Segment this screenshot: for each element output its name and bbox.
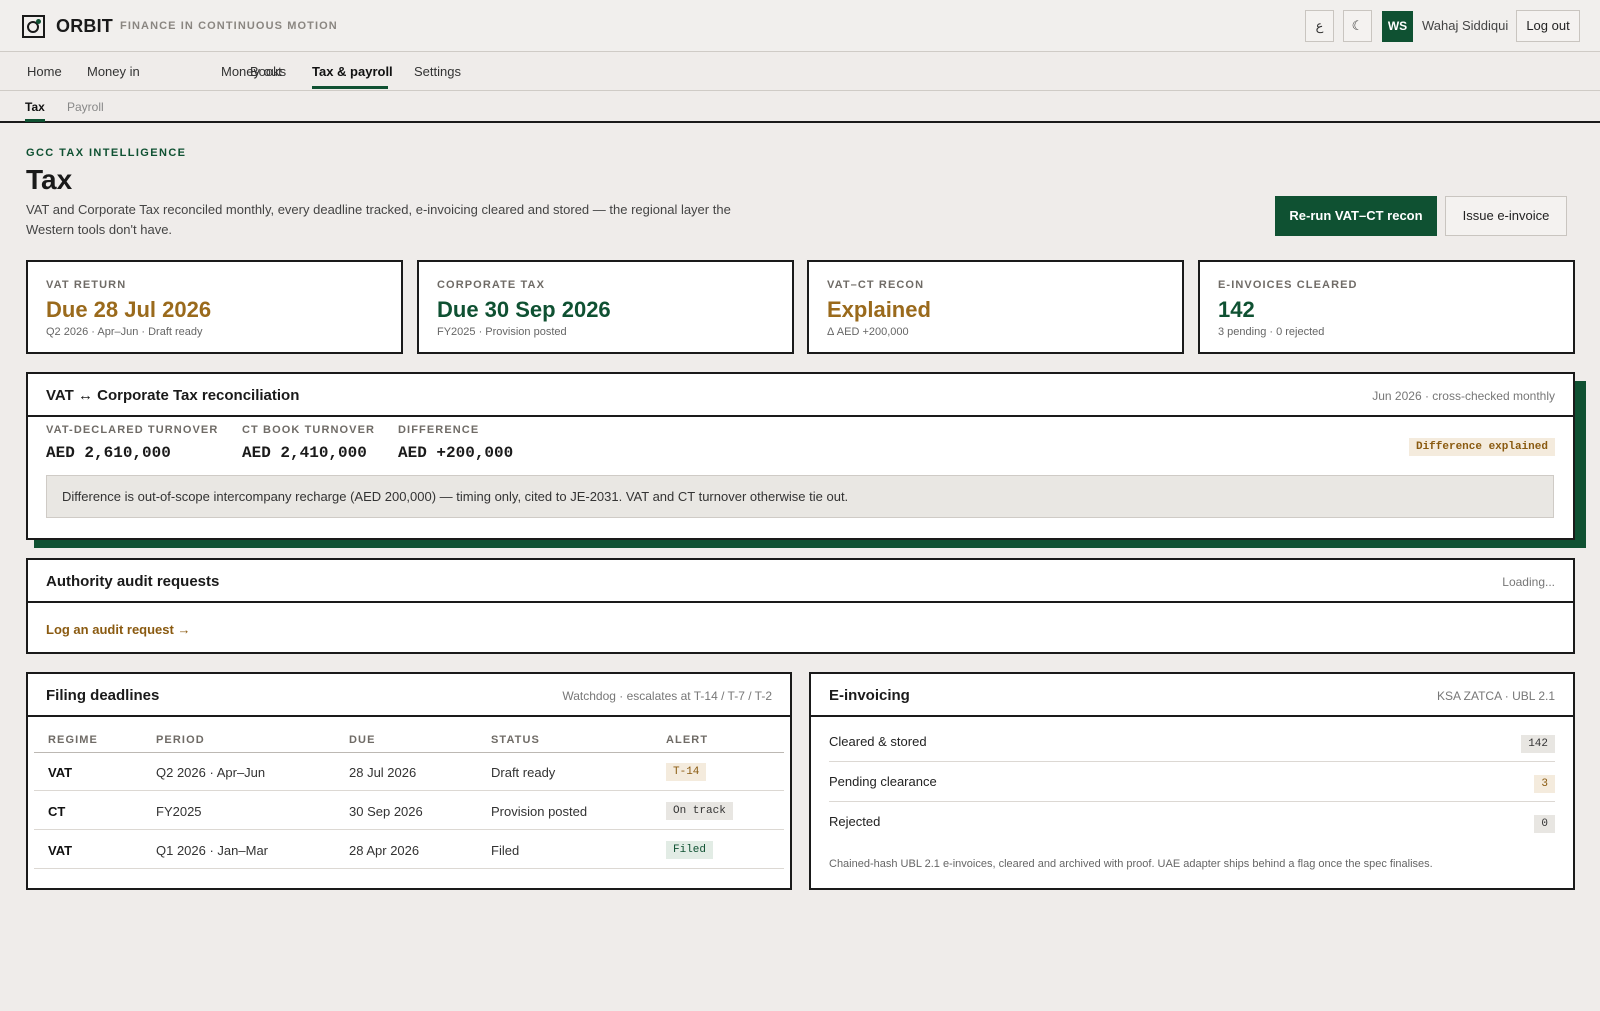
- top-bar: ORBIT FINANCE IN CONTINUOUS MOTION ع ☾ W…: [0, 0, 1600, 52]
- nav-item-tax-payroll[interactable]: Tax & payroll: [312, 64, 393, 79]
- einvoice-status-label: Pending clearance: [829, 774, 937, 789]
- panel-header: Authority audit requests Loading...: [28, 560, 1573, 603]
- recon-note: Difference is out-of-scope intercompany …: [46, 475, 1554, 518]
- panel-title: VAT ↔ Corporate Tax reconciliation: [46, 387, 300, 404]
- subnav-item-tax[interactable]: Tax: [25, 100, 45, 114]
- card-subtext: Q2 2026 · Apr–Jun · Draft ready: [46, 326, 203, 338]
- column-header-alert: ALERT: [666, 734, 709, 746]
- due-cell: 28 Apr 2026: [349, 843, 420, 858]
- card-subtext: 3 pending · 0 rejected: [1218, 326, 1325, 338]
- sub-nav: Tax Payroll: [0, 91, 1600, 123]
- avatar[interactable]: WS: [1382, 11, 1413, 42]
- card-label: E-INVOICES CLEARED: [1218, 279, 1358, 291]
- column-header-status: STATUS: [491, 734, 540, 746]
- regime-cell: VAT: [48, 765, 73, 780]
- recon-panel: VAT ↔ Corporate Tax reconciliation Jun 2…: [26, 372, 1575, 540]
- page-title: Tax: [26, 164, 73, 195]
- list-item[interactable]: Cleared & stored 142: [829, 722, 1555, 762]
- regime-cell: VAT: [48, 843, 73, 858]
- alert-badge: On track: [666, 802, 733, 820]
- card-value: Explained: [827, 297, 931, 322]
- panel-header: Filing deadlines Watchdog · escalates at…: [28, 674, 790, 717]
- alert-badge: T-14: [666, 763, 707, 781]
- panel-title: Authority audit requests: [46, 573, 220, 590]
- user-name: Wahaj Siddiqui: [1422, 18, 1509, 33]
- orbit-logo-icon[interactable]: [22, 15, 45, 38]
- card-subtext: Δ AED +200,000: [827, 326, 909, 338]
- column-header-due: DUE: [349, 734, 376, 746]
- alert-badge: Filed: [666, 841, 714, 859]
- column-header-regime: REGIME: [48, 734, 98, 746]
- status-cell: Draft ready: [491, 765, 556, 780]
- difference-value: AED +200,000: [398, 444, 514, 462]
- einvoicing-footnote: Chained-hash UBL 2.1 e-invoices, cleared…: [829, 858, 1433, 870]
- main-nav: Home Money in Money out Books Tax & payr…: [0, 53, 1600, 91]
- card-value: Due 30 Sep 2026: [437, 297, 611, 322]
- panel-header: VAT ↔ Corporate Tax reconciliation Jun 2…: [28, 374, 1573, 417]
- theme-toggle-button[interactable]: ☾: [1343, 10, 1372, 42]
- table-row[interactable]: VAT Q1 2026 · Jan–Mar 28 Apr 2026 Filed …: [34, 831, 784, 869]
- due-cell: 28 Jul 2026: [349, 765, 417, 780]
- period-cell: FY2025: [156, 804, 202, 819]
- card-value: Due 28 Jul 2026: [46, 297, 212, 322]
- filing-deadlines-panel: Filing deadlines Watchdog · escalates at…: [26, 672, 792, 890]
- list-item[interactable]: Pending clearance 3: [829, 762, 1555, 802]
- rerun-recon-button[interactable]: Re-run VAT–CT recon: [1275, 196, 1437, 236]
- due-cell: 30 Sep 2026: [349, 804, 423, 819]
- page-eyebrow: GCC TAX INTELLIGENCE: [26, 147, 187, 159]
- panel-title: E-invoicing: [829, 687, 910, 704]
- count-badge: 0: [1534, 815, 1555, 833]
- panel-meta: KSA ZATCA · UBL 2.1: [1436, 689, 1555, 703]
- table-row[interactable]: CT FY2025 30 Sep 2026 Provision posted O…: [34, 792, 784, 830]
- nav-item-settings[interactable]: Settings: [414, 64, 461, 79]
- brand-name[interactable]: ORBIT: [56, 16, 113, 37]
- active-subtab-indicator: [25, 119, 45, 122]
- difference-explained-badge: Difference explained: [1408, 438, 1555, 456]
- period-cell: Q2 2026 · Apr–Jun: [156, 765, 266, 780]
- panel-meta: Jun 2026 · cross-checked monthly: [1372, 389, 1555, 403]
- card-label: VAT RETURN: [46, 279, 127, 291]
- panel-header: E-invoicing KSA ZATCA · UBL 2.1: [811, 674, 1573, 717]
- ct-turnover-value: AED 2,410,000: [242, 444, 367, 462]
- active-tab-indicator: [312, 86, 388, 89]
- card-label: VAT–CT RECON: [827, 279, 925, 291]
- card-subtext: FY2025 · Provision posted: [437, 326, 567, 338]
- einvoice-status-label: Rejected: [829, 814, 881, 829]
- einvoicing-panel: E-invoicing KSA ZATCA · UBL 2.1 Cleared …: [809, 672, 1575, 890]
- regime-cell: CT: [48, 804, 66, 819]
- table-row[interactable]: VAT Q2 2026 · Apr–Jun 28 Jul 2026 Draft …: [34, 753, 784, 791]
- page-description: VAT and Corporate Tax reconciled monthly…: [26, 202, 731, 237]
- einvoice-status-label: Cleared & stored: [829, 734, 927, 749]
- panel-meta: Watchdog · escalates at T-14 / T-7 / T-2: [562, 689, 772, 703]
- vat-return-card[interactable]: VAT RETURN Due 28 Jul 2026 Q2 2026 · Apr…: [26, 260, 403, 354]
- status-cell: Provision posted: [491, 804, 588, 819]
- nav-item-home[interactable]: Home: [27, 64, 62, 79]
- audit-requests-panel: Authority audit requests Loading... Log …: [26, 558, 1575, 654]
- loading-status: Loading...: [1502, 575, 1555, 589]
- column-header-period: PERIOD: [156, 734, 205, 746]
- log-audit-request-link[interactable]: Log an audit request →: [46, 622, 190, 637]
- issue-einvoice-button[interactable]: Issue e-invoice: [1445, 196, 1567, 236]
- vat-turnover-label: VAT-DECLARED TURNOVER: [46, 424, 219, 436]
- card-value: 142: [1218, 297, 1255, 322]
- card-label: CORPORATE TAX: [437, 279, 546, 291]
- panel-title: Filing deadlines: [46, 687, 160, 704]
- logout-button[interactable]: Log out: [1516, 10, 1580, 42]
- ct-turnover-label: CT BOOK TURNOVER: [242, 424, 376, 436]
- einvoices-cleared-card[interactable]: E-INVOICES CLEARED 142 3 pending · 0 rej…: [1198, 260, 1575, 354]
- period-cell: Q1 2026 · Jan–Mar: [156, 843, 269, 858]
- nav-item-money-in[interactable]: Money in: [87, 64, 140, 79]
- vat-turnover-value: AED 2,610,000: [46, 444, 171, 462]
- corporate-tax-card[interactable]: CORPORATE TAX Due 30 Sep 2026 FY2025 · P…: [417, 260, 794, 354]
- brand-tagline: FINANCE IN CONTINUOUS MOTION: [120, 20, 338, 32]
- difference-label: DIFFERENCE: [398, 424, 480, 436]
- nav-item-books[interactable]: Books: [250, 64, 286, 79]
- count-badge: 142: [1521, 735, 1555, 753]
- vat-ct-recon-card[interactable]: VAT–CT RECON Explained Δ AED +200,000: [807, 260, 1184, 354]
- subnav-item-payroll[interactable]: Payroll: [67, 100, 104, 114]
- list-item[interactable]: Rejected 0: [829, 802, 1555, 842]
- count-badge: 3: [1534, 775, 1555, 793]
- language-toggle-button[interactable]: ع: [1305, 10, 1334, 42]
- status-cell: Filed: [491, 843, 520, 858]
